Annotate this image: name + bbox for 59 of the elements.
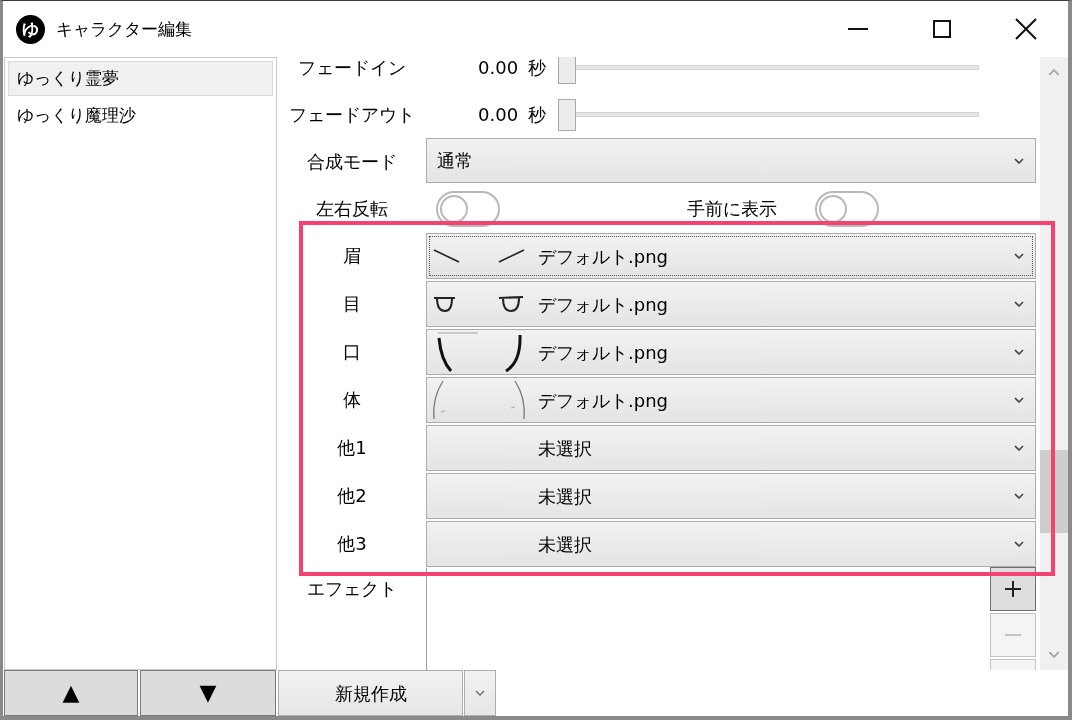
- chevron-down-icon: [1014, 157, 1024, 164]
- eyebrows-icon: [433, 248, 525, 264]
- field-label: 合成モード: [307, 152, 397, 171]
- field-label: 他1: [337, 439, 367, 457]
- maximize-icon: [933, 20, 951, 38]
- app-logo: ゆ: [16, 14, 45, 44]
- dropdown-toggle-button[interactable]: [464, 670, 496, 716]
- add-button[interactable]: [990, 567, 1036, 611]
- field-label: 眉: [343, 247, 361, 265]
- window-title: キャラクター編集: [56, 20, 192, 38]
- minimize-icon: [848, 28, 868, 30]
- scrollbar[interactable]: [1040, 57, 1068, 670]
- dropdown[interactable]: デフォルト.png: [426, 329, 1036, 375]
- minus-icon: [1005, 634, 1021, 636]
- chevron-down-icon: [1014, 397, 1024, 403]
- slider-thumb[interactable]: [558, 98, 577, 131]
- field-label: フェードアウト: [289, 105, 415, 124]
- dropdown[interactable]: デフォルト.png: [426, 377, 1036, 423]
- dropdown[interactable]: 未選択: [426, 473, 1036, 519]
- chevron-up-icon: [1048, 69, 1060, 76]
- chevron-down-icon: [1014, 445, 1024, 451]
- chevron-down-icon: [1014, 349, 1024, 355]
- plus-icon: [1005, 581, 1021, 597]
- move-up-button[interactable]: ▲: [4, 670, 138, 716]
- field-label: フェードイン: [298, 58, 406, 77]
- dropdown[interactable]: デフォルト.png: [426, 233, 1036, 279]
- dropdown[interactable]: 通常: [426, 138, 1036, 183]
- chevron-down-icon: [1014, 253, 1024, 259]
- chevron-down-icon: [1014, 541, 1024, 547]
- new-button[interactable]: 新規作成: [278, 670, 463, 716]
- cut-off-button[interactable]: [990, 659, 1036, 670]
- unit-text: 秒: [528, 58, 547, 77]
- dropdown[interactable]: デフォルト.png: [426, 281, 1036, 327]
- dropdown[interactable]: 未選択: [426, 521, 1036, 567]
- list-item[interactable]: ゆっくり霊夢: [8, 61, 273, 96]
- chevron-down-icon: [1014, 493, 1024, 499]
- chevron-down-icon: [475, 690, 485, 696]
- close-icon: [1015, 18, 1037, 40]
- slider-track[interactable]: [558, 57, 980, 84]
- field-label: 口: [343, 343, 361, 361]
- body-outline-icon: [431, 380, 527, 420]
- field-label: 他3: [337, 535, 367, 553]
- unit-text: 秒: [528, 105, 547, 124]
- value-text: 0.00: [478, 58, 519, 77]
- list-item[interactable]: ゆっくり魔理沙: [8, 98, 273, 133]
- field-label: エフェクト: [307, 580, 397, 598]
- field-label: 体: [343, 391, 361, 409]
- field-label: 手前に表示: [687, 199, 777, 218]
- slider-track[interactable]: [558, 98, 980, 131]
- slider-thumb[interactable]: [558, 57, 577, 84]
- eyes-icon: [433, 295, 525, 313]
- chevron-down-icon: [1048, 651, 1060, 658]
- field-label: 他2: [337, 487, 367, 505]
- move-down-button[interactable]: ▼: [140, 670, 276, 716]
- value-text: 0.00: [478, 105, 519, 124]
- chevron-down-icon: [1014, 301, 1024, 307]
- field-label: 左右反転: [316, 199, 388, 218]
- field-label: 目: [343, 295, 361, 313]
- dropdown[interactable]: 未選択: [426, 425, 1036, 471]
